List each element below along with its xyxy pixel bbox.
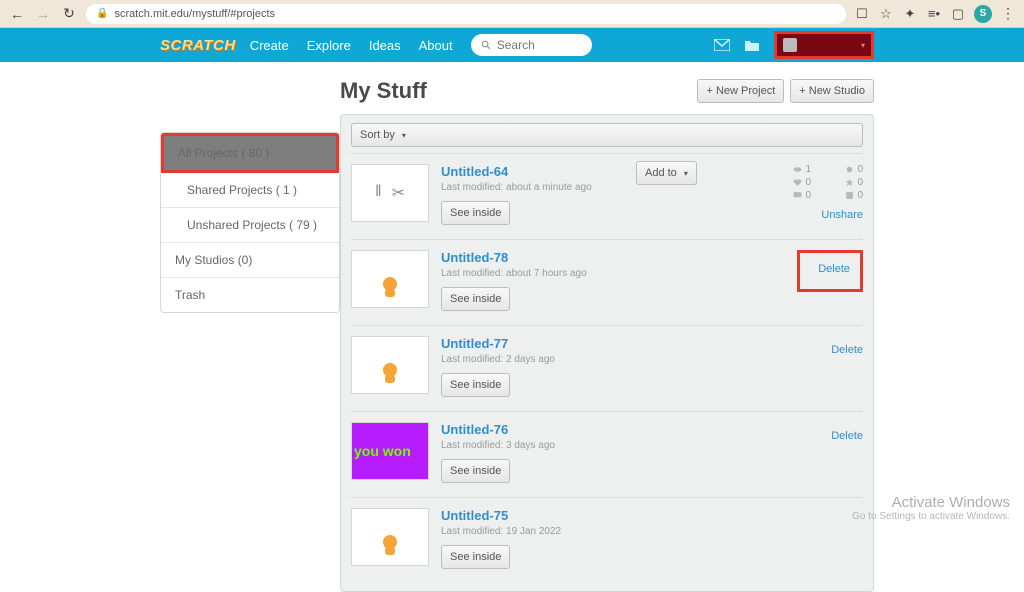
project-thumbnail[interactable]: you won (351, 422, 429, 480)
nav-about[interactable]: About (419, 38, 453, 53)
watermark-subtitle: Go to Settings to activate Windows. (852, 511, 1010, 522)
cat-icon (380, 363, 400, 385)
user-avatar-icon (783, 38, 797, 52)
star-icon[interactable]: ☆ (878, 6, 894, 22)
lock-icon: 🔒 (96, 8, 108, 19)
sidebar-unshared-projects[interactable]: Unshared Projects ( 79 ) (161, 208, 339, 243)
project-title[interactable]: Untitled-64 (441, 164, 773, 179)
project-title[interactable]: Untitled-76 (441, 422, 773, 437)
search-box[interactable] (471, 34, 593, 56)
project-title[interactable]: Untitled-78 (441, 250, 773, 265)
delete-link[interactable]: Delete (773, 430, 863, 442)
see-inside-button[interactable]: See inside (441, 201, 510, 225)
delete-link[interactable]: Delete (773, 344, 863, 356)
see-inside-button[interactable]: See inside (441, 459, 510, 483)
views-stat: 1 (793, 164, 811, 175)
new-project-button[interactable]: + New Project (697, 79, 784, 103)
user-dropdown[interactable]: ▾ (774, 31, 874, 59)
sidebar-trash[interactable]: Trash (161, 278, 339, 312)
caret-down-icon: ▾ (402, 131, 406, 140)
add-to-label: Add to (645, 167, 677, 179)
projects-panel: Sort by ▾ ‖✂ Untitled-64 Last modified: … (340, 114, 874, 592)
caret-down-icon: ▾ (684, 169, 688, 178)
project-thumbnail[interactable]: ‖✂ (351, 164, 429, 222)
comments-stat: 0 (793, 190, 811, 201)
project-thumbnail[interactable] (351, 250, 429, 308)
project-row: you won Untitled-76 Last modified: 3 day… (351, 411, 863, 497)
sort-by-label: Sort by (360, 129, 395, 141)
project-meta: Last modified: 3 days ago (441, 440, 773, 451)
page-header: My Stuff + New Project + New Studio (340, 78, 874, 104)
sidebar-all-projects[interactable]: All Projects ( 80 ) (164, 136, 336, 170)
new-studio-button[interactable]: + New Studio (790, 79, 874, 103)
url-text: scratch.mit.edu/mystuff/#projects (114, 8, 275, 20)
reading-list-icon[interactable]: ≡• (926, 6, 942, 22)
project-thumbnail[interactable] (351, 508, 429, 566)
project-row: Untitled-75 Last modified: 19 Jan 2022 S… (351, 497, 863, 583)
chrome-menu-icon[interactable]: ⋮ (1000, 6, 1016, 22)
nav-explore[interactable]: Explore (307, 38, 351, 53)
project-meta: Last modified: about 7 hours ago (441, 268, 773, 279)
mystuff-icon[interactable] (740, 35, 764, 55)
project-row: Untitled-77 Last modified: 2 days ago Se… (351, 325, 863, 411)
project-title[interactable]: Untitled-77 (441, 336, 773, 351)
project-meta: Last modified: 2 days ago (441, 354, 773, 365)
sidebar: All Projects ( 80 ) Shared Projects ( 1 … (160, 132, 340, 313)
messages-icon[interactable] (710, 35, 734, 55)
scissors-icon: ‖✂ (375, 183, 405, 203)
project-meta: Last modified: about a minute ago (441, 182, 773, 193)
extensions-icon[interactable]: ✦ (902, 6, 918, 22)
favorites-stat: 0 (845, 177, 863, 188)
project-meta: Last modified: 19 Jan 2022 (441, 526, 773, 537)
sort-by-dropdown[interactable]: Sort by ▾ (351, 123, 863, 147)
sidebar-column: All Projects ( 80 ) Shared Projects ( 1 … (160, 132, 340, 592)
share-icon[interactable]: ☐ (854, 6, 870, 22)
panel-icon[interactable]: ▢ (950, 6, 966, 22)
watermark-title: Activate Windows (852, 494, 1010, 511)
browser-chrome: ← → ↻ 🔒 scratch.mit.edu/mystuff/#project… (0, 0, 1024, 28)
cat-icon (380, 277, 400, 299)
search-icon (481, 39, 491, 51)
main-column: My Stuff + New Project + New Studio Sort… (340, 78, 874, 592)
see-inside-button[interactable]: See inside (441, 545, 510, 569)
sidebar-my-studios[interactable]: My Studios (0) (161, 243, 339, 278)
project-stats: 1 0 0 0 0 0 Unshare (773, 164, 863, 225)
profile-avatar[interactable]: S (974, 5, 992, 23)
add-to-dropdown[interactable]: Add to ▾ (636, 161, 697, 185)
project-row: ‖✂ Untitled-64 Last modified: about a mi… (351, 153, 863, 239)
unshare-link[interactable]: Unshare (773, 209, 863, 221)
nav-create[interactable]: Create (250, 38, 289, 53)
scratch-logo[interactable]: SCRATCH (160, 37, 236, 54)
project-row: Untitled-78 Last modified: about 7 hours… (351, 239, 863, 325)
loves-stat: 0 (793, 177, 811, 188)
search-input[interactable] (497, 38, 583, 52)
back-button[interactable]: ← (8, 5, 26, 23)
project-title[interactable]: Untitled-75 (441, 508, 773, 523)
see-inside-button[interactable]: See inside (441, 287, 510, 311)
caret-down-icon: ▾ (861, 41, 865, 50)
forward-button[interactable]: → (34, 5, 52, 23)
page-title: My Stuff (340, 78, 427, 104)
project-thumbnail[interactable] (351, 336, 429, 394)
reload-button[interactable]: ↻ (60, 5, 78, 23)
delete-link[interactable]: Delete (797, 250, 863, 292)
highlight-box-all-projects: All Projects ( 80 ) (161, 133, 339, 173)
nav-ideas[interactable]: Ideas (369, 38, 401, 53)
sidebar-shared-projects[interactable]: Shared Projects ( 1 ) (161, 173, 339, 208)
see-inside-button[interactable]: See inside (441, 373, 510, 397)
studios-stat: 0 (845, 190, 863, 201)
remixes-stat: 0 (845, 164, 863, 175)
site-topnav: SCRATCH Create Explore Ideas About ▾ (0, 28, 1024, 62)
address-bar[interactable]: 🔒 scratch.mit.edu/mystuff/#projects (86, 4, 846, 24)
cat-icon (380, 535, 400, 557)
windows-activation-watermark: Activate Windows Go to Settings to activ… (852, 494, 1010, 522)
